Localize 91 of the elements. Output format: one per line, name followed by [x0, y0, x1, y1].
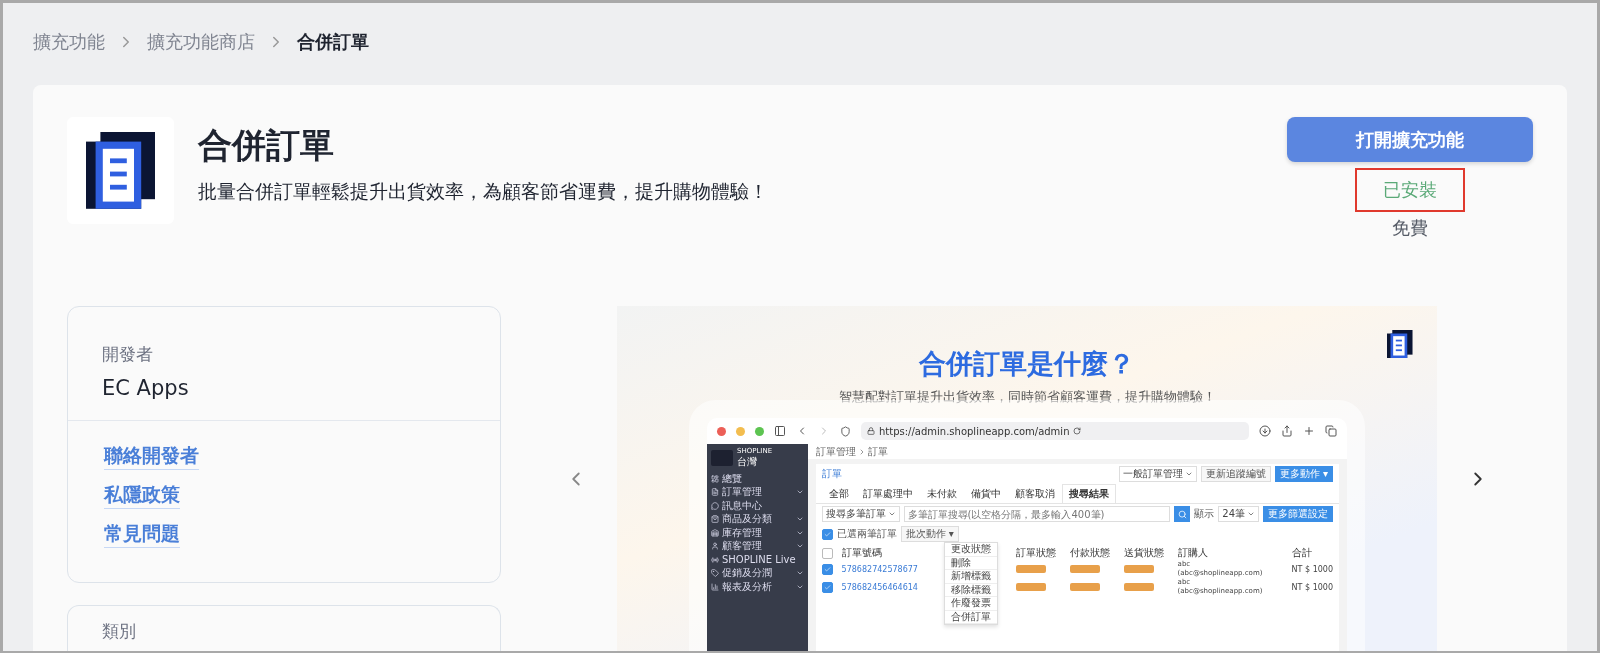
selected-count: 已選兩筆訂單: [836, 527, 897, 541]
row-checkbox[interactable]: [821, 581, 833, 593]
sidebar-nav-item[interactable]: 商品及分類: [707, 512, 808, 526]
category-label: 類別: [102, 620, 137, 643]
column-header: 訂單狀態: [1015, 546, 1057, 560]
column-header: 訂單號碼: [841, 546, 883, 560]
developer-name: EC Apps: [102, 376, 190, 400]
menu-item[interactable]: 新增標籤: [944, 570, 997, 584]
nav-icon: [711, 528, 719, 537]
search-icon: [1177, 509, 1187, 519]
minimize-dot-icon[interactable]: [736, 426, 745, 436]
total-cell: NT $ 1000: [1291, 582, 1333, 592]
page-size-select[interactable]: 24筆: [1218, 506, 1259, 522]
reload-icon[interactable]: [1073, 427, 1082, 435]
sidebar-nav-item[interactable]: 顧客管理: [707, 539, 808, 553]
chevron-down-icon: [1184, 470, 1193, 478]
sidebar-nav-item[interactable]: 總覽: [707, 472, 808, 486]
view-select[interactable]: 一般訂單管理: [1118, 466, 1197, 482]
maximize-dot-icon[interactable]: [755, 426, 764, 436]
breadcrumb-link[interactable]: 合併訂單: [297, 30, 369, 54]
row-checkbox[interactable]: [821, 563, 833, 575]
sidebar-nav-item[interactable]: 訂單管理: [707, 485, 808, 499]
status-badge: [1015, 583, 1046, 591]
search-type-select[interactable]: 搜尋多筆訂單: [821, 506, 900, 522]
sidebar-nav-item[interactable]: 訊息中心: [707, 499, 808, 513]
nav-icon: [711, 488, 719, 497]
column-header: 付款狀態: [1069, 546, 1111, 560]
order-number-link[interactable]: 578682456464614: [841, 582, 938, 592]
sidebar-nav-item[interactable]: 促銷及分潤: [707, 566, 808, 580]
show-label: 顯示: [1194, 507, 1215, 521]
nav-icon: [711, 569, 719, 578]
column-header: 合計: [1291, 546, 1313, 560]
open-extension-button[interactable]: 打開擴充功能: [1287, 117, 1533, 162]
nav-icon: [711, 582, 719, 591]
developer-label: 開發者: [102, 343, 154, 366]
plus-icon[interactable]: [1303, 425, 1315, 437]
chevron-down-icon: [1247, 510, 1255, 518]
sidebar-nav-item[interactable]: 報表及分析: [707, 580, 808, 594]
nav-icon: [711, 515, 719, 524]
install-status: 已安裝: [1355, 168, 1465, 212]
document-logo-icon: [1387, 330, 1413, 359]
column-header: 送貨狀態: [1123, 546, 1165, 560]
status-badge: [1069, 565, 1100, 573]
nav-icon: [711, 555, 719, 564]
developer-link[interactable]: 聯絡開發者: [104, 443, 199, 470]
admin-breadcrumb-link[interactable]: 訂單: [867, 444, 888, 459]
address-bar[interactable]: https://admin.shoplineapp.com/admin: [861, 422, 1249, 440]
orders-title: 訂單: [821, 467, 843, 481]
sidebar-nav-item[interactable]: SHOPLINE Live: [707, 553, 808, 567]
nav-icon: [711, 501, 719, 510]
sidebar-icon[interactable]: [774, 425, 786, 437]
slide-headline: 合併訂單是什麼？: [919, 347, 1135, 381]
search-button[interactable]: [1174, 506, 1191, 522]
slide-subtitle: 智慧配對訂單提升出貨效率，同時節省顧客運費，提升購物體驗！: [838, 388, 1216, 406]
tabs-icon[interactable]: [1325, 425, 1337, 437]
price-label: 免費: [1392, 216, 1428, 240]
developer-link[interactable]: 常見問題: [104, 521, 180, 548]
nav-icon: [711, 474, 719, 483]
toolbar-button[interactable]: 更新追蹤編號: [1200, 466, 1271, 482]
status-badge: [1123, 583, 1154, 591]
order-number-link[interactable]: 578682742578677: [841, 564, 938, 574]
menu-item[interactable]: 刪除: [944, 556, 997, 570]
region-label: 台灣: [737, 455, 758, 469]
status-badge: [1069, 583, 1100, 591]
status-badge: [1123, 565, 1154, 573]
lock-icon: [867, 427, 875, 435]
sidebar-nav-item[interactable]: 庫存管理: [707, 526, 808, 540]
select-all-checkbox[interactable]: [821, 547, 833, 559]
orders-tab[interactable]: 搜尋結果: [1061, 484, 1116, 503]
nav-icon: [711, 542, 719, 551]
status-badge: [1015, 565, 1046, 573]
developer-link[interactable]: 私隱政策: [104, 482, 180, 509]
batch-action-button[interactable]: 批次動作 ▾: [900, 526, 959, 542]
search-field[interactable]: 多筆訂單搜尋(以空格分隔，最多輸入400筆): [903, 506, 1171, 522]
menu-item[interactable]: 合併訂單: [944, 610, 997, 624]
share-icon[interactable]: [1281, 425, 1293, 437]
download-icon[interactable]: [1259, 425, 1271, 437]
app-description: 批量合併訂單輕鬆提升出貨效率，為顧客節省運費，提升購物體驗！: [198, 179, 769, 204]
selected-checkbox[interactable]: [821, 528, 833, 540]
menu-item[interactable]: 作廢發票: [944, 597, 997, 611]
chevron-down-icon: [887, 510, 896, 518]
column-header: 訂購人: [1177, 546, 1209, 560]
menu-item[interactable]: 更改狀態: [944, 543, 997, 557]
close-dot-icon[interactable]: [717, 426, 726, 436]
app-title: 合併訂單: [198, 124, 335, 167]
total-cell: NT $ 1000: [1291, 564, 1333, 574]
menu-item[interactable]: 移除標籤: [944, 583, 997, 597]
shield-icon[interactable]: [840, 425, 851, 437]
brand-logo: [711, 450, 733, 466]
document-logo-icon: [85, 132, 156, 209]
admin-breadcrumb-link[interactable]: 訂單管理: [815, 444, 856, 459]
